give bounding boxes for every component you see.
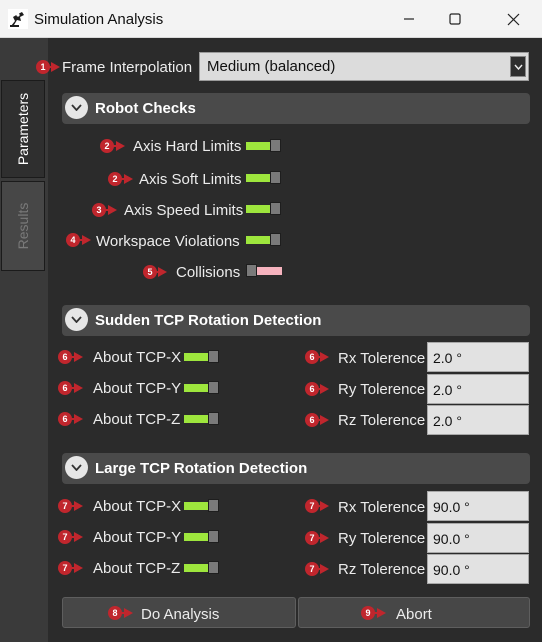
sudden-rx-tolerance-value: 2.0 °	[433, 350, 462, 366]
frame-interpolation-value: Medium (balanced)	[207, 58, 336, 75]
chevron-down-icon	[71, 104, 82, 111]
axis-soft-limits-label: Axis Soft Limits	[139, 171, 242, 188]
close-button[interactable]	[490, 0, 536, 38]
callout-arrow-icon	[69, 563, 83, 573]
callout-arrow-icon	[315, 564, 329, 574]
collapse-button[interactable]	[65, 456, 88, 479]
collisions-toggle[interactable]	[246, 264, 283, 278]
callout-arrow-icon	[315, 415, 329, 425]
callout-arrow-icon	[69, 352, 83, 362]
close-icon	[507, 13, 519, 25]
chevron-down-icon	[71, 464, 82, 471]
title-bar: Simulation Analysis	[0, 0, 542, 38]
frame-interpolation-label: Frame Interpolation	[62, 59, 193, 76]
callout-arrow-icon	[69, 414, 83, 424]
robot-checks-header[interactable]: Robot Checks	[62, 93, 530, 124]
axis-speed-limits-label: Axis Speed Limits	[124, 202, 244, 219]
callout-arrow-icon	[372, 608, 386, 618]
tab-parameters-label: Parameters	[15, 92, 31, 166]
large-tcp-y-toggle[interactable]	[184, 530, 221, 544]
sudden-tcp-x-toggle[interactable]	[184, 350, 221, 364]
sudden-tcp-x-label: About TCP-X	[93, 349, 182, 366]
callout-arrow-icon	[315, 501, 329, 511]
sudden-tcp-title: Sudden TCP Rotation Detection	[95, 312, 322, 329]
sudden-rx-tolerance-label: Rx Tolerence	[338, 350, 426, 367]
robot-checks-title: Robot Checks	[95, 100, 196, 117]
large-tcp-y-label: About TCP-Y	[93, 529, 182, 546]
large-ry-tolerance-label: Ry Tolerence	[338, 530, 426, 547]
window-title: Simulation Analysis	[34, 11, 164, 28]
chevron-down-icon	[513, 64, 523, 70]
sudden-ry-tolerance-value: 2.0 °	[433, 382, 462, 398]
collapse-button[interactable]	[65, 308, 88, 331]
sudden-tcp-header[interactable]: Sudden TCP Rotation Detection	[62, 305, 530, 336]
large-rx-tolerance-label: Rx Tolerence	[338, 499, 426, 516]
axis-hard-limits-label: Axis Hard Limits	[133, 138, 242, 155]
axis-soft-limits-toggle[interactable]	[246, 171, 283, 185]
large-tcp-header[interactable]: Large TCP Rotation Detection	[62, 453, 530, 484]
callout-arrow-icon	[69, 383, 83, 393]
callout-arrow-icon	[77, 235, 91, 245]
frame-interpolation-select[interactable]: Medium (balanced)	[199, 52, 529, 81]
sudden-rz-tolerance-input[interactable]: 2.0 °	[427, 405, 529, 435]
callout-arrow-icon	[315, 352, 329, 362]
large-rz-tolerance-value: 90.0 °	[433, 562, 470, 578]
large-rz-tolerance-label: Rz Tolerence	[338, 561, 426, 578]
tab-strip: Parameters Results	[0, 38, 48, 642]
minimize-button[interactable]	[386, 0, 432, 38]
sudden-tcp-y-toggle[interactable]	[184, 381, 221, 395]
robot-arm-app-icon	[8, 9, 28, 29]
tab-results-label: Results	[15, 202, 31, 250]
large-tcp-z-toggle[interactable]	[184, 561, 221, 575]
callout-arrow-icon	[46, 62, 60, 72]
abort-button[interactable]: 9 Abort	[298, 597, 530, 628]
large-rx-tolerance-value: 90.0 °	[433, 499, 470, 515]
abort-label: Abort	[396, 606, 432, 623]
large-tcp-z-label: About TCP-Z	[93, 560, 181, 577]
do-analysis-button[interactable]: 8 Do Analysis	[62, 597, 296, 628]
axis-hard-limits-toggle[interactable]	[246, 139, 283, 153]
large-ry-tolerance-value: 90.0 °	[433, 531, 470, 547]
maximize-button[interactable]	[432, 0, 478, 38]
large-rz-tolerance-input[interactable]: 90.0 °	[427, 554, 529, 584]
callout-arrow-icon	[315, 533, 329, 543]
callout-arrow-icon	[111, 141, 125, 151]
sudden-tcp-z-toggle[interactable]	[184, 412, 221, 426]
chevron-down-icon	[71, 316, 82, 323]
collapse-button[interactable]	[65, 96, 88, 119]
callout-arrow-icon	[315, 384, 329, 394]
callout-arrow-icon	[69, 532, 83, 542]
tab-parameters[interactable]: Parameters	[1, 80, 45, 178]
sudden-tcp-z-label: About TCP-Z	[93, 411, 181, 428]
large-tcp-x-toggle[interactable]	[184, 499, 221, 513]
workspace-violations-label: Workspace Violations	[96, 233, 240, 250]
large-tcp-title: Large TCP Rotation Detection	[95, 460, 308, 477]
callout-arrow-icon	[119, 608, 133, 618]
do-analysis-label: Do Analysis	[141, 606, 220, 623]
large-rx-tolerance-input[interactable]: 90.0 °	[427, 491, 529, 521]
callout-arrow-icon	[103, 205, 117, 215]
callout-arrow-icon	[69, 501, 83, 511]
callout-arrow-icon	[119, 174, 133, 184]
sudden-ry-tolerance-input[interactable]: 2.0 °	[427, 374, 529, 404]
sudden-rz-tolerance-label: Rz Tolerence	[338, 412, 426, 429]
sudden-rz-tolerance-value: 2.0 °	[433, 413, 462, 429]
tab-results[interactable]: Results	[1, 181, 45, 271]
callout-arrow-icon	[153, 267, 167, 277]
maximize-icon	[449, 13, 461, 25]
minimize-icon	[404, 18, 414, 20]
sudden-rx-tolerance-input[interactable]: 2.0 °	[427, 342, 529, 372]
collisions-label: Collisions	[176, 264, 241, 281]
large-ry-tolerance-input[interactable]: 90.0 °	[427, 523, 529, 553]
workspace-violations-toggle[interactable]	[246, 233, 283, 247]
dropdown-button[interactable]	[510, 56, 526, 77]
axis-speed-limits-toggle[interactable]	[246, 202, 283, 216]
sudden-ry-tolerance-label: Ry Tolerence	[338, 381, 426, 398]
sudden-tcp-y-label: About TCP-Y	[93, 380, 182, 397]
large-tcp-x-label: About TCP-X	[93, 498, 182, 515]
